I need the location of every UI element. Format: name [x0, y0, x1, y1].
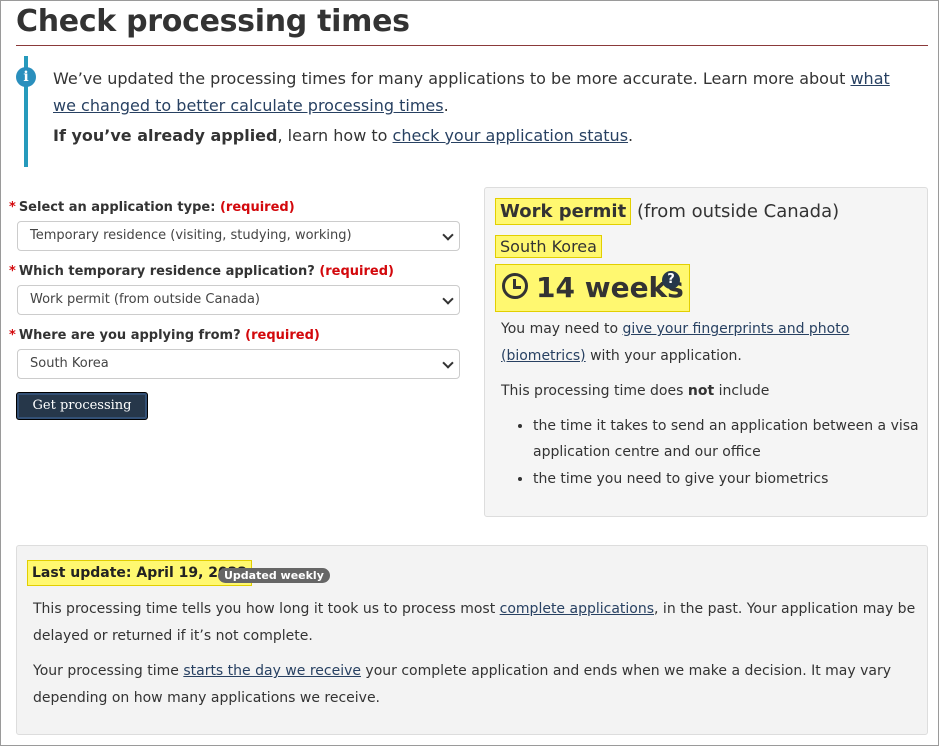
result-app-qualifier: (from outside Canada) [636, 201, 840, 222]
starts-day-we-receive-link[interactable]: starts the day we receive [183, 663, 361, 679]
result-details: You may need to give your fingerprints a… [501, 316, 921, 492]
title-divider [16, 45, 928, 46]
get-processing-time-button[interactable]: Get processing time [16, 392, 148, 438]
clock-icon [502, 273, 528, 299]
temporary-residence-label: * Which temporary residence application? … [9, 264, 394, 279]
update-paragraph-1: This processing time tells you how long … [33, 601, 916, 644]
list-item: the time you need to give your biometric… [533, 466, 921, 492]
check-status-link[interactable]: check your application status [393, 126, 629, 145]
page-title: Check processing times [16, 4, 410, 39]
chevron-down-icon [442, 229, 454, 241]
notice-line-1: We’ve updated the processing times for m… [53, 69, 890, 115]
result-panel: Work permit (from outside Canada) South … [484, 187, 928, 517]
chevron-down-icon [442, 357, 454, 369]
help-icon[interactable]: ? [662, 271, 680, 289]
notice-line-2: If you’ve already applied, learn how to … [53, 126, 634, 145]
notice-text: We’ve updated the processing times for m… [53, 65, 903, 149]
update-details: This processing time tells you how long … [33, 596, 918, 712]
info-icon: i [16, 67, 36, 87]
chevron-down-icon [442, 293, 454, 305]
biometrics-note: You may need to give your fingerprints a… [501, 321, 850, 364]
exclusion-intro: This processing time does not include [501, 383, 770, 399]
result-country: South Korea [495, 235, 602, 258]
processing-time-value: 14 weeks [495, 264, 690, 312]
applying-from-select[interactable]: South Korea [17, 349, 460, 379]
complete-applications-link[interactable]: complete applications [500, 601, 654, 617]
update-paragraph-2: Your processing time starts the day we r… [33, 663, 892, 706]
update-panel: Last update: April 19, 2022 Updated week… [16, 545, 928, 735]
result-title: Work permit (from outside Canada) [495, 198, 840, 225]
updated-weekly-badge: Updated weekly [218, 568, 330, 583]
list-item: the time it takes to send an application… [533, 413, 921, 465]
exclusion-list: the time it takes to send an application… [501, 413, 921, 492]
applying-from-label: * Where are you applying from? (required) [9, 328, 320, 343]
application-type-label: * Select an application type: (required) [9, 200, 295, 215]
temporary-residence-select[interactable]: Work permit (from outside Canada) [17, 285, 460, 315]
result-app-type: Work permit [495, 198, 632, 225]
application-type-select[interactable]: Temporary residence (visiting, studying,… [17, 221, 460, 251]
